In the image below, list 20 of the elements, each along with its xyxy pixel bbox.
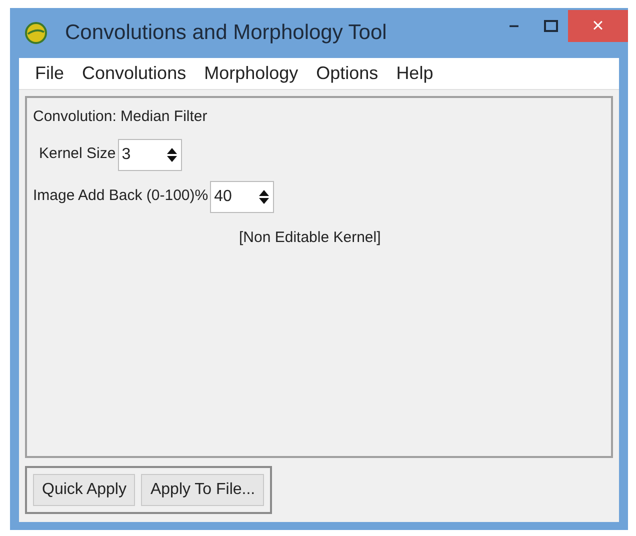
close-button[interactable]: × [568,10,628,42]
field-label: Image Add Back (0-100)% [33,186,208,206]
minimize-button[interactable]: – [494,10,534,40]
number-spinner[interactable]: 40 [210,180,274,212]
convolution-heading: Convolution: Median Filter [33,107,208,127]
maximize-icon[interactable] [544,20,558,32]
spinner-arrows-icon[interactable] [258,188,270,204]
menu-item[interactable]: Help [396,60,434,87]
kernel-note: [Non Editable Kernel] [239,228,382,248]
menu-item[interactable]: Convolutions [82,60,186,87]
menu-item[interactable]: Options [316,60,378,87]
menu-item[interactable]: Morphology [204,60,298,87]
number-spinner[interactable]: 3 [118,138,182,170]
app-logo-icon [25,22,47,44]
spinner-arrows-icon[interactable] [166,146,178,162]
field-label: Kernel Size [39,144,116,164]
action-button[interactable]: Apply To File... [141,474,264,506]
menu-item[interactable]: File [35,60,64,87]
action-button[interactable]: Quick Apply [33,474,136,506]
window-title: Convolutions and Morphology Tool [65,20,387,46]
